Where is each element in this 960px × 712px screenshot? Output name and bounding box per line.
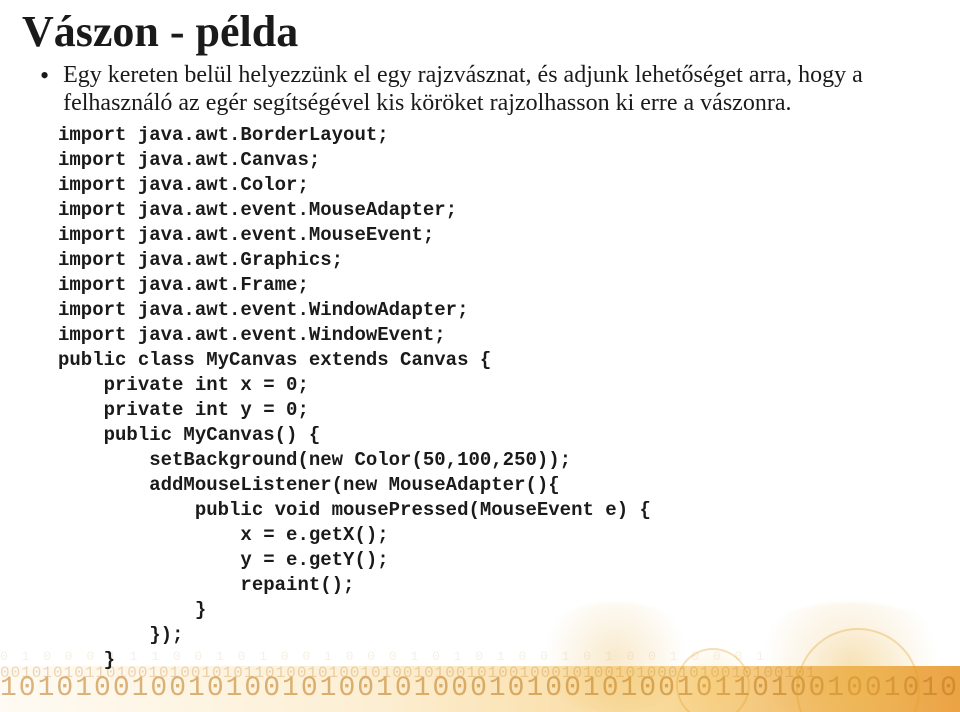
slide: 0 1 0 0 0 1 1 1 0 0 1 0 1 0 0 1 0 0 0 1 … <box>0 0 960 712</box>
slide-title: Vászon - példa <box>22 6 938 57</box>
binary-bits-bold: 1010100100101001010010100010100101001011… <box>0 673 960 704</box>
bullet-dot-icon: • <box>40 63 49 89</box>
content-area: Vászon - példa • Egy kereten belül helye… <box>0 0 960 673</box>
bullet-text: Egy kereten belül helyezzünk el egy rajz… <box>63 61 938 117</box>
bullet-row: • Egy kereten belül helyezzünk el egy ra… <box>40 61 938 117</box>
code-block: import java.awt.BorderLayout; import jav… <box>58 123 938 673</box>
